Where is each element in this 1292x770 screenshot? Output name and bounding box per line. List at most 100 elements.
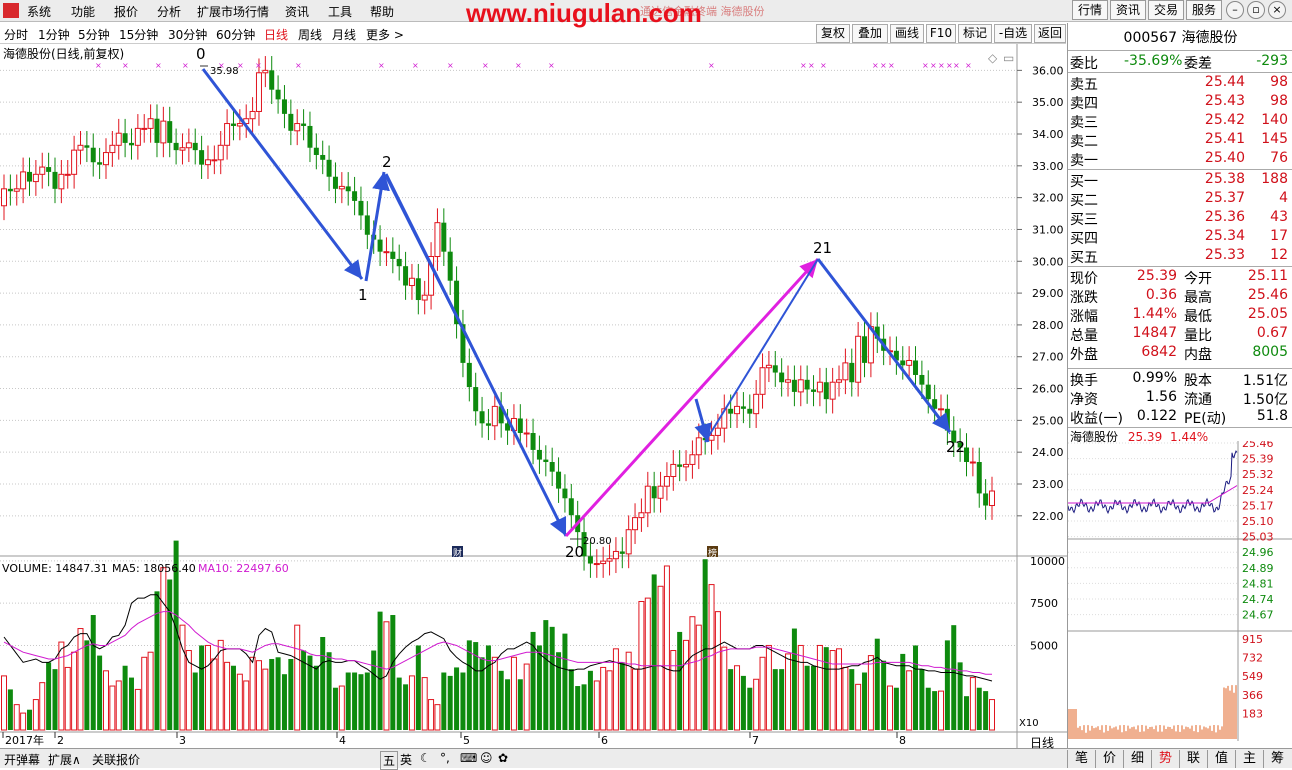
candle-body <box>913 360 919 375</box>
event-mark: × <box>938 61 945 70</box>
chart-window-icon[interactable]: ▭ <box>1003 51 1014 65</box>
bid-row[interactable]: 买一 25.38 188 <box>1070 171 1291 190</box>
watchlist-button[interactable]: -自选 <box>994 24 1032 43</box>
volume-bar <box>651 574 657 730</box>
period-daily[interactable]: 日线 <box>264 26 288 43</box>
price-tick-label: 29.00 <box>1032 287 1064 300</box>
related-quote-button[interactable]: 关联报价 <box>92 751 140 768</box>
moon-icon[interactable]: ☾ <box>420 751 431 765</box>
volume-bar <box>874 638 880 730</box>
panel-tab[interactable]: 细 <box>1123 750 1151 768</box>
ask-row[interactable]: 卖一 25.40 76 <box>1070 150 1291 169</box>
mini-intraday-chart[interactable]: 25.46 25.39 25.32 25.24 25.17 25.10 25.03 24.96… <box>1068 441 1292 741</box>
candle-body <box>670 463 677 478</box>
top-service-button[interactable]: 服务 <box>1186 0 1222 20</box>
volume-bar <box>644 597 651 731</box>
volume-bar <box>167 579 173 730</box>
period-60min[interactable]: 60分钟 <box>216 26 255 43</box>
period-15min[interactable]: 15分钟 <box>119 26 158 43</box>
main-chart[interactable]: × × × × × × × × × × × × × × × × × × × × × × × × × × × 36.0035.0034… <box>0 44 1067 748</box>
volume-bar <box>447 675 453 730</box>
period-monthly[interactable]: 月线 <box>332 26 356 43</box>
candle-body <box>925 384 931 400</box>
period-1min[interactable]: 1分钟 <box>38 26 70 43</box>
panel-tab[interactable]: 筹 <box>1263 750 1291 768</box>
user-icon[interactable]: ☺ <box>480 751 493 765</box>
extend-button[interactable]: 扩展∧ <box>48 751 81 768</box>
volume-bar <box>141 656 148 731</box>
period-more[interactable]: 更多 > <box>366 26 404 43</box>
menu-system[interactable]: 系统 <box>27 3 51 20</box>
back-button[interactable]: 返回 <box>1034 24 1066 43</box>
period-5min[interactable]: 5分钟 <box>78 26 110 43</box>
period-30min[interactable]: 30分钟 <box>168 26 207 43</box>
bid-row[interactable]: 买五 25.33 12 <box>1070 247 1291 266</box>
volume-bar <box>765 644 772 731</box>
candle-body <box>249 110 256 120</box>
ime-english[interactable]: 英 <box>400 751 412 768</box>
panel-tab[interactable]: 联 <box>1179 750 1207 768</box>
volume-bar <box>408 675 415 731</box>
volume-bar <box>893 687 899 730</box>
bid-row[interactable]: 买二 25.37 4 <box>1070 190 1291 209</box>
f10-button[interactable]: F10 <box>926 24 956 43</box>
event-mark: × <box>447 61 454 70</box>
event-mark: × <box>155 61 162 70</box>
volume-bar <box>657 585 664 731</box>
menu-analysis[interactable]: 分析 <box>157 3 181 20</box>
panel-tab[interactable]: 主 <box>1235 750 1263 768</box>
bid-row[interactable]: 买三 25.36 43 <box>1070 209 1291 228</box>
candle-body <box>543 459 549 463</box>
panel-tab[interactable]: 价 <box>1095 750 1123 768</box>
period-timeshare[interactable]: 分时 <box>4 26 28 43</box>
adjust-button[interactable]: 复权 <box>816 24 850 43</box>
ask-row[interactable]: 卖四 25.43 98 <box>1070 93 1291 112</box>
ask-row[interactable]: 卖五 25.44 98 <box>1070 74 1291 93</box>
menu-info[interactable]: 资讯 <box>285 3 309 20</box>
candle-body <box>128 142 134 146</box>
top-trade-button[interactable]: 交易 <box>1148 0 1184 20</box>
minimize-icon[interactable]: – <box>1226 1 1244 19</box>
top-info-button[interactable]: 资讯 <box>1110 0 1146 20</box>
ob-volume: 140 <box>1261 112 1288 128</box>
overlay-button[interactable]: 叠加 <box>852 24 888 43</box>
panel-tab[interactable]: 值 <box>1207 750 1235 768</box>
chart-diamond-icon[interactable]: ◇ <box>988 51 998 65</box>
volume-bar <box>90 615 96 730</box>
date-tick-label: 3 <box>179 734 186 747</box>
candle-body <box>345 186 351 192</box>
keyboard-icon[interactable]: ⌨ <box>460 751 477 765</box>
ask-row[interactable]: 卖三 25.42 140 <box>1070 112 1291 131</box>
volume-bar <box>957 662 963 730</box>
volume-bar <box>454 667 460 730</box>
volume-bar <box>951 625 957 730</box>
menu-extended-market[interactable]: 扩展市场行情 <box>197 3 269 20</box>
volume-bar <box>313 665 319 730</box>
ask-row[interactable]: 卖二 25.41 145 <box>1070 131 1291 150</box>
panel-tab[interactable]: 笔 <box>1067 750 1095 768</box>
period-weekly[interactable]: 周线 <box>298 26 322 43</box>
mini-vol-tick: 549 <box>1242 670 1263 683</box>
date-tick-label: 7 <box>752 734 759 747</box>
menu-help[interactable]: 帮助 <box>370 3 394 20</box>
top-quote-button[interactable]: 行情 <box>1072 0 1108 20</box>
candle-body <box>689 454 696 465</box>
committee-diff-label: 委差 <box>1184 56 1212 72</box>
bid-row[interactable]: 买四 25.34 17 <box>1070 228 1291 247</box>
date-tick-label: 8 <box>899 734 906 747</box>
settings-icon[interactable]: ✿ <box>498 751 508 765</box>
mark-button[interactable]: 标记 <box>958 24 992 43</box>
draw-line-button[interactable]: 画线 <box>890 24 924 43</box>
panel-tab[interactable]: 势 <box>1151 750 1179 768</box>
punctuation-icon[interactable]: °, <box>440 751 450 765</box>
restore-icon[interactable]: ▫ <box>1247 1 1265 19</box>
danmaku-button[interactable]: 开弹幕 <box>4 751 40 768</box>
menu-quote[interactable]: 报价 <box>114 3 138 20</box>
menu-tools[interactable]: 工具 <box>328 3 352 20</box>
menu-function[interactable]: 功能 <box>71 3 95 20</box>
volume-bar <box>505 679 511 730</box>
ime-wubi[interactable]: 五 <box>380 751 399 770</box>
close-icon[interactable]: × <box>1268 1 1286 19</box>
candle-body <box>403 266 409 286</box>
ob-volume: 145 <box>1261 131 1288 147</box>
